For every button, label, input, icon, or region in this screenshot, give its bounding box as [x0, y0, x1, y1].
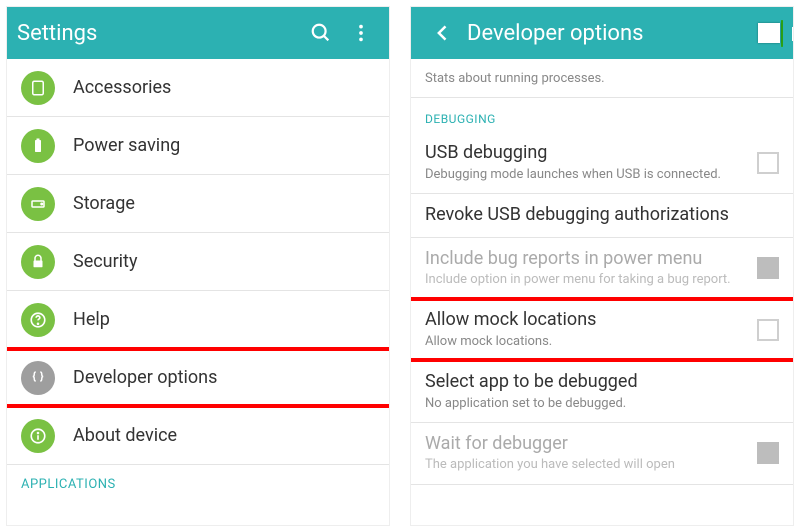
- back-icon[interactable]: [425, 15, 461, 51]
- row-security[interactable]: Security: [7, 233, 389, 291]
- usb-debugging-sub: Debugging mode launches when USB is conn…: [425, 167, 747, 183]
- braces-icon: [21, 361, 55, 395]
- devopts-header: Developer options: [411, 7, 793, 59]
- devopts-toggle[interactable]: [781, 21, 783, 46]
- label-power-saving: Power saving: [73, 135, 180, 156]
- battery-icon: [21, 129, 55, 163]
- settings-header: Settings: [7, 7, 389, 59]
- settings-screen: Settings Accessories Power saving Storag…: [6, 6, 390, 526]
- row-process-stats[interactable]: Process stats Stats about running proces…: [411, 59, 793, 98]
- label-accessories: Accessories: [73, 77, 171, 98]
- devopts-list: Process stats Stats about running proces…: [411, 59, 793, 485]
- help-icon: [21, 303, 55, 337]
- section-applications: APPLICATIONS: [7, 465, 389, 494]
- settings-title: Settings: [17, 21, 299, 46]
- usb-debugging-title: USB debugging: [425, 142, 747, 165]
- devopts-title: Developer options: [467, 21, 781, 46]
- process-stats-sub: Stats about running processes.: [425, 71, 769, 87]
- row-bug-reports: Include bug reports in power menu Includ…: [411, 238, 793, 300]
- mock-locations-sub: Allow mock locations.: [425, 334, 747, 350]
- mock-locations-title: Allow mock locations: [425, 309, 747, 332]
- label-help: Help: [73, 309, 110, 330]
- overflow-menu-icon[interactable]: [343, 15, 379, 51]
- drive-icon: [21, 187, 55, 221]
- row-accessories[interactable]: Accessories: [7, 59, 389, 117]
- revoke-usb-title: Revoke USB debugging authorizations: [425, 204, 769, 227]
- wait-for-debugger-sub: The application you have selected will o…: [425, 457, 747, 473]
- bug-reports-sub: Include option in power menu for taking …: [425, 272, 747, 288]
- row-storage[interactable]: Storage: [7, 175, 389, 233]
- search-icon[interactable]: [303, 15, 339, 51]
- label-security: Security: [73, 251, 137, 272]
- section-debugging: DEBUGGING: [411, 98, 793, 132]
- label-about-device: About device: [73, 425, 177, 446]
- row-power-saving[interactable]: Power saving: [7, 117, 389, 175]
- mock-locations-checkbox[interactable]: [757, 319, 779, 341]
- usb-debugging-checkbox[interactable]: [757, 152, 779, 174]
- wait-for-debugger-checkbox: [757, 442, 779, 464]
- row-wait-for-debugger: Wait for debugger The application you ha…: [411, 423, 793, 485]
- row-about-device[interactable]: About device: [7, 407, 389, 465]
- select-debug-app-sub: No application set to be debugged.: [425, 396, 769, 412]
- select-debug-app-title: Select app to be debugged: [425, 371, 769, 394]
- row-allow-mock-locations[interactable]: Allow mock locations Allow mock location…: [411, 299, 793, 361]
- info-icon: [21, 419, 55, 453]
- bug-reports-checkbox: [757, 257, 779, 279]
- row-revoke-usb[interactable]: Revoke USB debugging authorizations: [411, 194, 793, 238]
- label-developer-options: Developer options: [73, 367, 217, 388]
- lock-icon: [21, 245, 55, 279]
- row-developer-options[interactable]: Developer options: [7, 349, 389, 407]
- settings-list: Accessories Power saving Storage Securit…: [7, 59, 389, 494]
- label-storage: Storage: [73, 193, 135, 214]
- developer-options-screen: Developer options Process stats Stats ab…: [410, 6, 794, 526]
- wait-for-debugger-title: Wait for debugger: [425, 433, 747, 456]
- row-select-debug-app[interactable]: Select app to be debugged No application…: [411, 361, 793, 423]
- tablet-icon: [21, 71, 55, 105]
- bug-reports-title: Include bug reports in power menu: [425, 248, 747, 271]
- row-help[interactable]: Help: [7, 291, 389, 349]
- row-usb-debugging[interactable]: USB debugging Debugging mode launches wh…: [411, 132, 793, 194]
